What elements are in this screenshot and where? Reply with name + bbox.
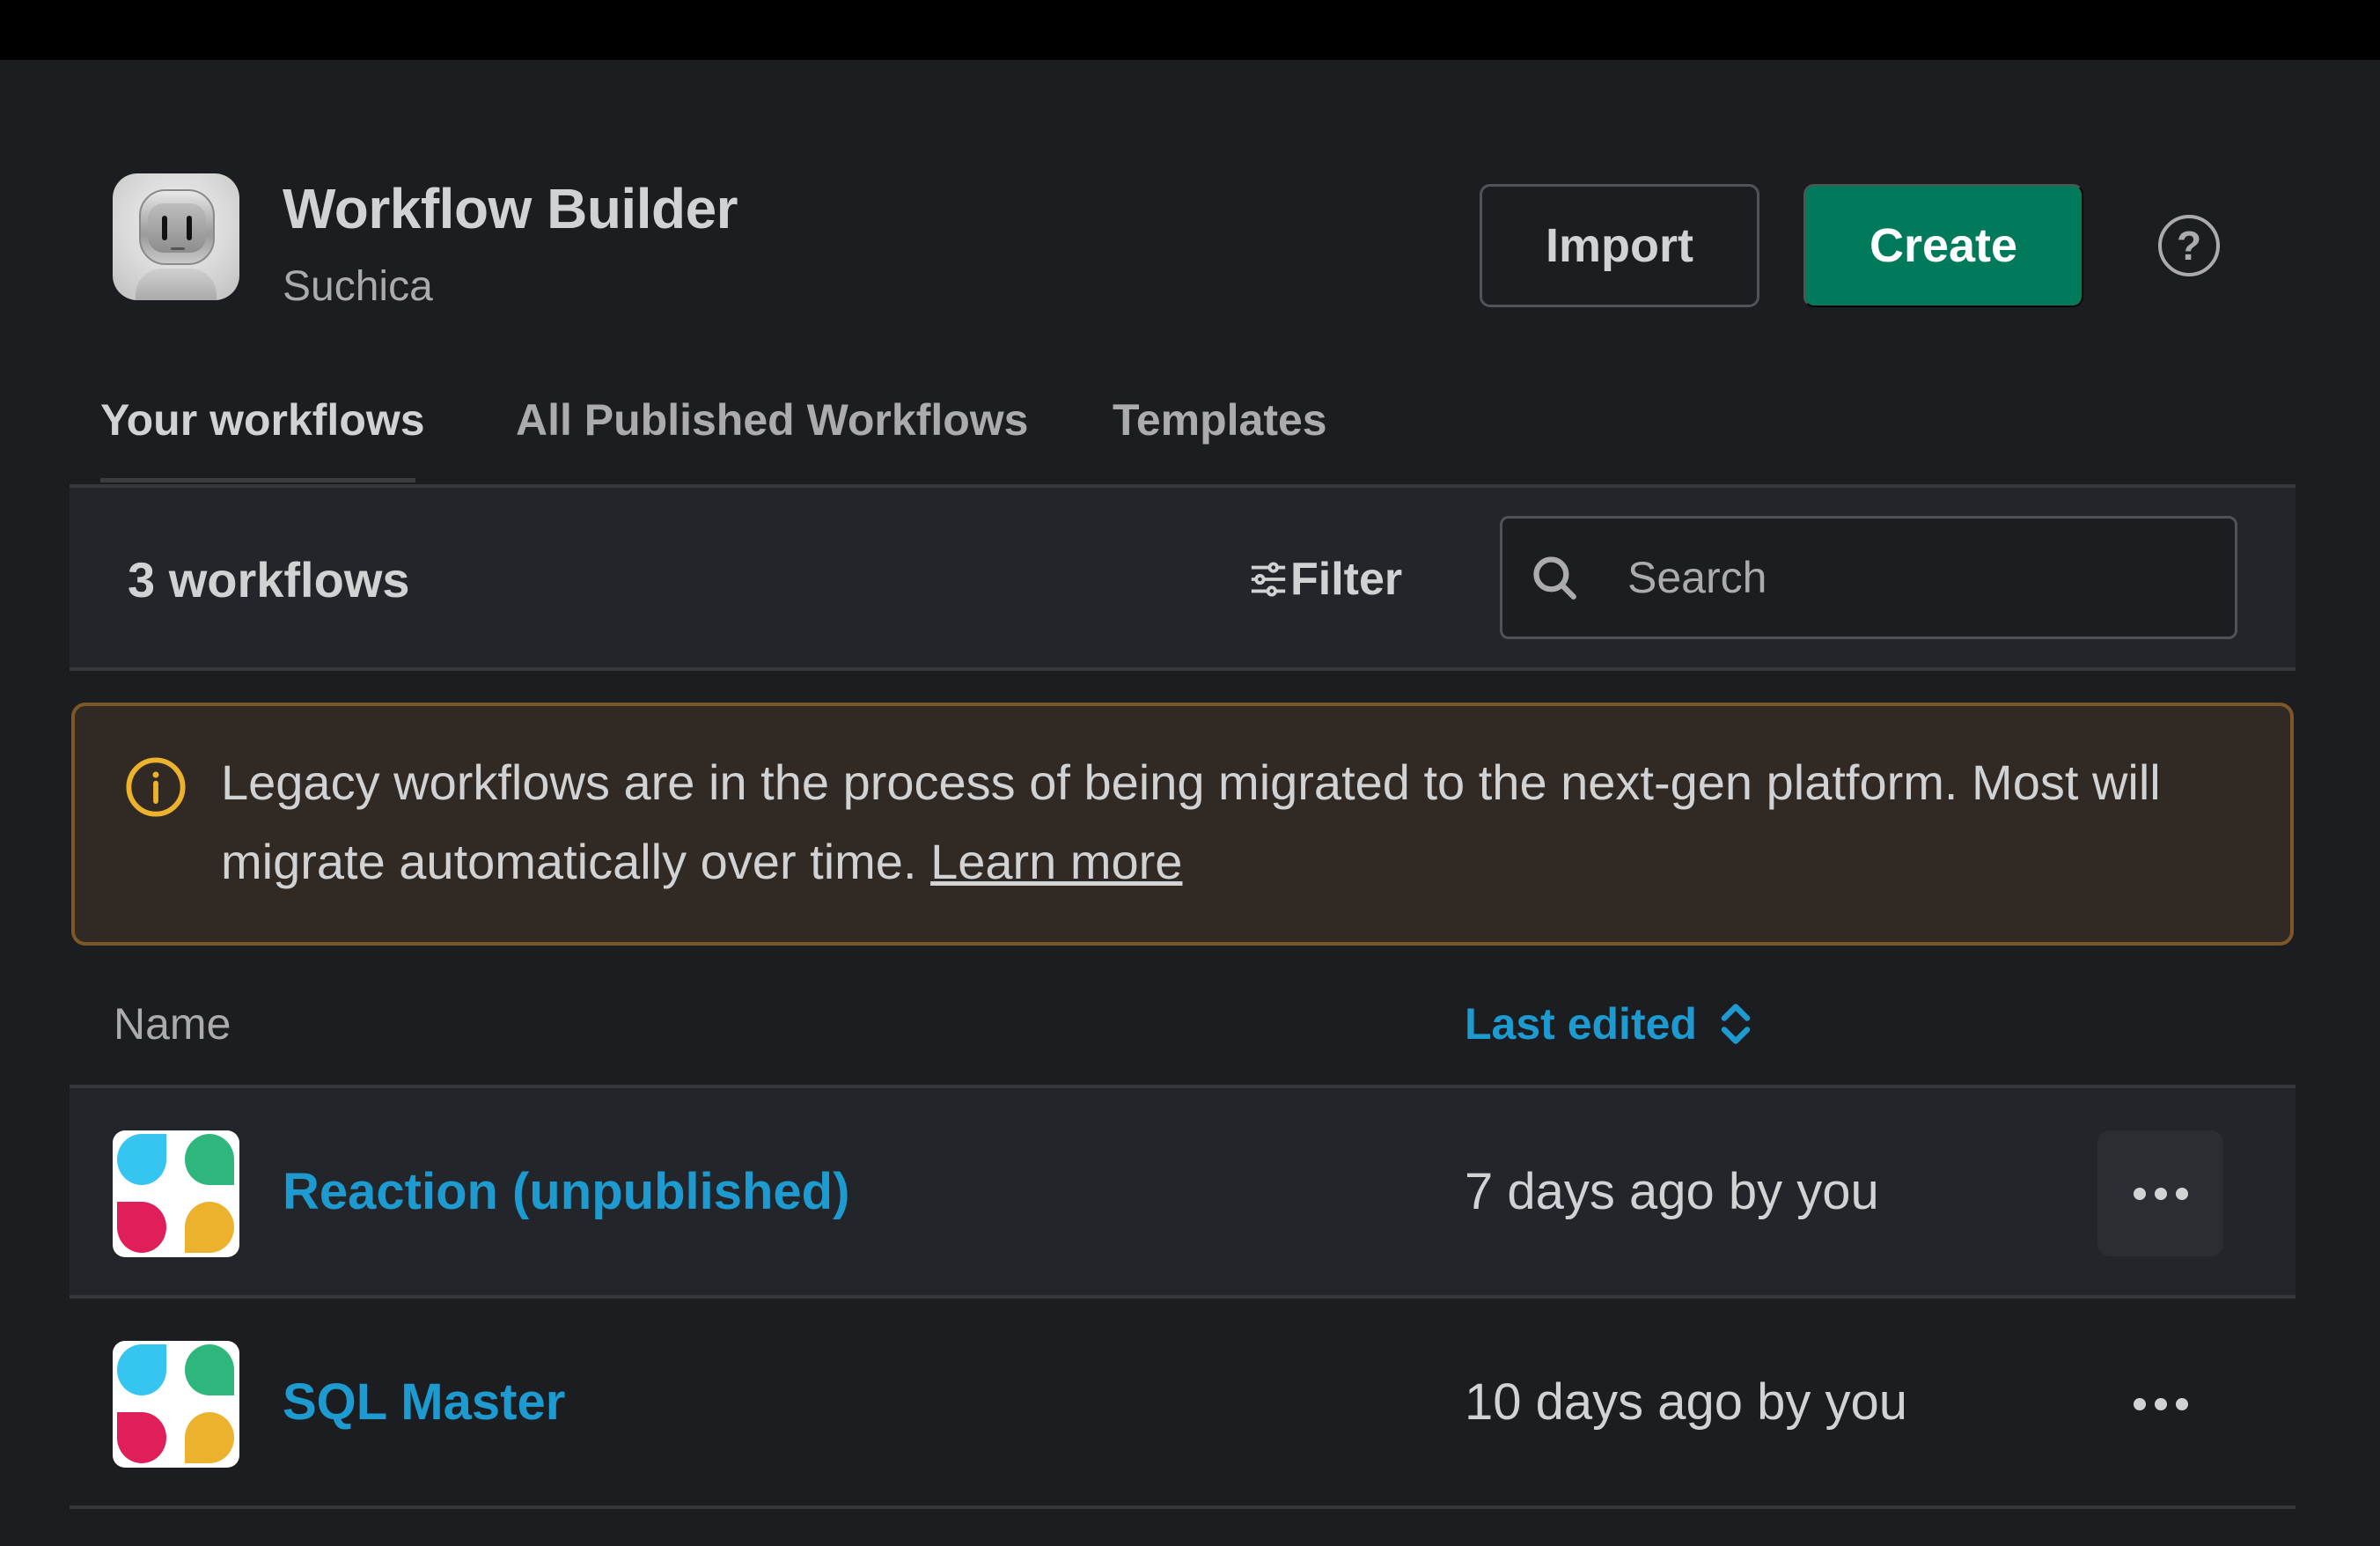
- table-row[interactable]: SQL Master 10 days ago by you: [70, 1299, 2296, 1509]
- column-header-name: Name: [114, 999, 231, 1049]
- filter-button[interactable]: Filter: [1248, 553, 1402, 606]
- sort-chevrons-icon: [1721, 1004, 1751, 1044]
- more-actions-button[interactable]: [2097, 1341, 2223, 1467]
- more-dots-icon: [2133, 1187, 2146, 1200]
- more-dots-icon: [2133, 1397, 2146, 1410]
- filter-sliders-icon: [1251, 562, 1286, 597]
- last-edited-value: 7 days ago by you: [1465, 1163, 1879, 1220]
- workflow-app-icon: [113, 1341, 239, 1468]
- last-edited-label: Last edited: [1465, 999, 1697, 1049]
- last-edited-value: 10 days ago by you: [1465, 1373, 1908, 1431]
- filter-label: Filter: [1290, 554, 1403, 605]
- banner-message: Legacy workflows are in the process of b…: [221, 743, 2245, 902]
- help-glyph: ?: [2176, 223, 2202, 269]
- robot-icon: [139, 189, 215, 265]
- info-icon: [126, 757, 186, 817]
- search-icon: [1533, 556, 1576, 600]
- app-title: Workflow Builder: [283, 177, 738, 240]
- tab-templates[interactable]: Templates: [1113, 394, 1327, 445]
- workflow-app-icon: [113, 1130, 239, 1257]
- workflow-builder-avatar: [113, 173, 239, 300]
- help-icon[interactable]: ?: [2158, 215, 2220, 276]
- legacy-migration-banner: Legacy workflows are in the process of b…: [71, 703, 2294, 946]
- window-top-bar: [0, 0, 2380, 60]
- workspace-name: Suchica: [283, 263, 433, 310]
- table-row[interactable]: Reaction (unpublished) 7 days ago by you: [70, 1088, 2296, 1299]
- learn-more-link[interactable]: Learn more: [930, 834, 1182, 889]
- search-input[interactable]: [1627, 552, 2226, 603]
- workflow-name-link[interactable]: Reaction (unpublished): [283, 1162, 849, 1221]
- workflow-count: 3 workflows: [128, 552, 410, 607]
- search-box[interactable]: [1500, 516, 2237, 639]
- import-button[interactable]: Import: [1480, 184, 1759, 307]
- banner-text: Legacy workflows are in the process of b…: [221, 755, 2161, 889]
- more-actions-button[interactable]: [2097, 1130, 2223, 1256]
- workflows-toolbar: 3 workflows Filter: [70, 484, 2296, 671]
- column-header-last-edited[interactable]: Last edited: [1465, 998, 1753, 1049]
- tab-all-published-workflows[interactable]: All Published Workflows: [516, 394, 1028, 445]
- active-tab-indicator: [100, 478, 415, 482]
- workflow-name-link[interactable]: SQL Master: [283, 1373, 565, 1432]
- tab-your-workflows[interactable]: Your workflows: [100, 394, 425, 445]
- create-button[interactable]: Create: [1803, 184, 2083, 307]
